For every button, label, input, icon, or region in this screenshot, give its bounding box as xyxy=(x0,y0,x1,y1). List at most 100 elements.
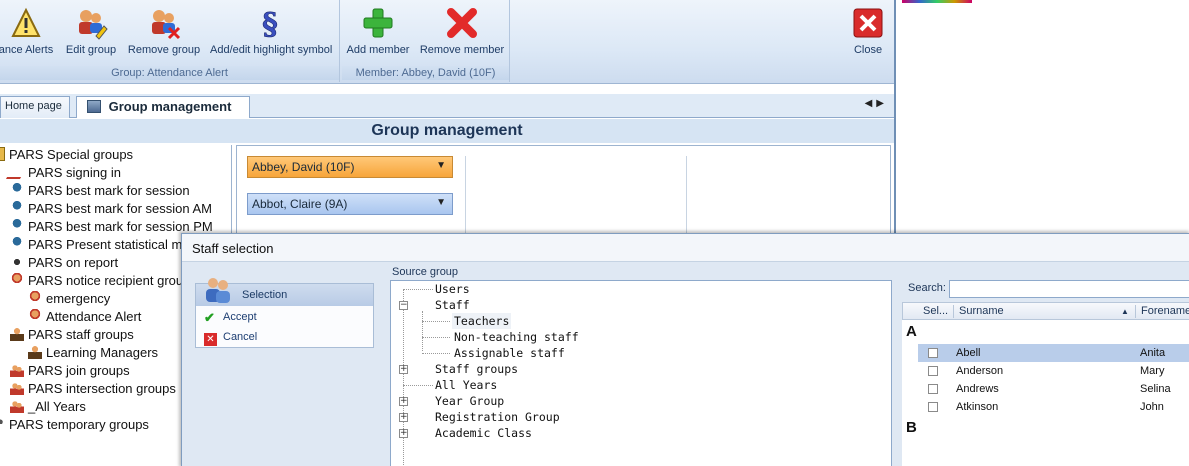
tree-item[interactable]: PARS intersection groups xyxy=(10,380,176,398)
tab-scroll-arrows[interactable]: ◀▶ xyxy=(865,98,888,109)
highlight-symbol-label: Add/edit highlight symbol xyxy=(210,44,333,56)
source-tree-item-label: Year Group xyxy=(435,394,505,408)
source-tree-item-label: Users xyxy=(435,282,470,296)
cancel-icon: ✕ xyxy=(204,333,217,346)
table-row[interactable]: Andrews Selina xyxy=(918,380,1189,398)
tree-item[interactable]: PARS best mark for session xyxy=(10,182,190,200)
expand-toggle[interactable]: + xyxy=(399,413,408,422)
row-checkbox[interactable] xyxy=(928,348,938,358)
tree-item-label: PARS staff groups xyxy=(28,327,134,342)
search-input[interactable] xyxy=(949,280,1189,298)
tab-home-page[interactable]: Home page xyxy=(0,96,70,118)
tree-item[interactable]: PARS notice recipient grou xyxy=(10,272,183,290)
tree-item[interactable]: PARS staff groups xyxy=(10,326,134,344)
expand-toggle[interactable]: + xyxy=(399,397,408,406)
tree-item[interactable]: PARS join groups xyxy=(10,362,130,380)
chevron-down-icon[interactable]: ▼ xyxy=(436,160,446,171)
tree-item[interactable]: Attendance Alert xyxy=(28,308,141,326)
column-header-forename[interactable]: Forename xyxy=(1141,305,1189,317)
member-card-label: Abbey, David (10F) xyxy=(252,160,355,174)
tree-item-label: PARS intersection groups xyxy=(28,381,176,396)
pin-icon xyxy=(10,201,24,215)
column-header-select[interactable]: Sel... xyxy=(923,305,948,317)
accept-label: Accept xyxy=(223,311,257,323)
column-header-surname[interactable]: Surname xyxy=(959,305,1004,317)
report-icon xyxy=(10,255,24,269)
accept-button[interactable]: ✔ Accept xyxy=(204,308,257,326)
surname-cell: Abell xyxy=(956,347,981,359)
source-tree-item[interactable]: Non-teaching staff xyxy=(454,329,579,345)
remove-group-button[interactable]: Remove group xyxy=(128,4,200,60)
source-tree-item-label: Staff xyxy=(435,298,470,312)
source-tree-item[interactable]: Staff groups xyxy=(435,361,518,377)
source-tree-item[interactable]: Staff xyxy=(435,297,470,313)
member-card[interactable]: Abbey, David (10F) ▼ xyxy=(247,156,453,178)
tree-item[interactable]: PARS Present statistical m xyxy=(10,236,182,254)
row-checkbox[interactable] xyxy=(928,366,938,376)
tree-item[interactable]: PARS temporary groups xyxy=(0,416,149,434)
tree-line xyxy=(403,289,433,290)
chevron-down-icon[interactable]: ▼ xyxy=(436,197,446,208)
source-tree-item[interactable]: Academic Class xyxy=(435,425,532,441)
remove-member-button[interactable]: Remove member xyxy=(420,4,504,60)
edit-group-button[interactable]: Edit group xyxy=(66,4,116,60)
source-tree-item[interactable]: All Years xyxy=(435,377,497,393)
tree-item[interactable]: emergency xyxy=(28,290,110,308)
plus-icon xyxy=(363,8,393,38)
expand-toggle[interactable]: + xyxy=(399,429,408,438)
staff-selection-dialog: Staff selection Selection ✔ Accept ✕ Cance… xyxy=(181,233,1189,466)
tree-line xyxy=(403,289,404,466)
table-row[interactable]: Atkinson John xyxy=(918,398,1189,416)
tree-item-label: PARS on report xyxy=(28,255,119,270)
source-tree-item[interactable]: Assignable staff xyxy=(454,345,565,361)
member-card[interactable]: Abbot, Claire (9A) ▼ xyxy=(247,193,453,215)
tree-item[interactable]: PARS Special groups xyxy=(0,146,133,164)
attendance-alerts-button[interactable]: ance Alerts xyxy=(0,4,54,60)
add-member-label[interactable]: Add member xyxy=(342,44,414,56)
collapse-toggle[interactable]: − xyxy=(399,301,408,310)
member-card-label: Abbot, Claire (9A) xyxy=(252,197,348,211)
tree-item[interactable]: PARS best mark for session AM xyxy=(10,200,212,218)
tree-line xyxy=(422,337,450,338)
source-group-tree: Users − Staff Teachers Non-teaching staf… xyxy=(390,280,892,466)
pin-icon xyxy=(10,183,24,197)
tree-item[interactable]: PARS on report xyxy=(10,254,118,272)
surname-cell: Atkinson xyxy=(956,401,999,413)
expand-toggle[interactable]: + xyxy=(399,365,408,374)
tree-item[interactable]: Learning Managers xyxy=(28,344,158,362)
table-row[interactable]: Anderson Mary xyxy=(918,362,1189,380)
column-separator[interactable] xyxy=(953,305,954,318)
remove-group-label: Remove group xyxy=(127,44,201,56)
staff-icon xyxy=(28,345,42,359)
remove-group-icon xyxy=(152,10,181,40)
source-tree-item[interactable]: Registration Group xyxy=(435,409,560,425)
source-tree-item[interactable]: Users xyxy=(435,281,470,297)
forename-cell: Selina xyxy=(1140,383,1171,395)
pin-icon xyxy=(10,219,24,233)
users-icon xyxy=(10,381,24,395)
tree-item[interactable]: _All Years xyxy=(10,398,86,416)
source-tree-item[interactable]: Year Group xyxy=(435,393,504,409)
sort-arrow-icon: ▲ xyxy=(1121,307,1129,316)
cancel-button[interactable]: ✕ Cancel xyxy=(204,328,257,346)
highlight-symbol-button[interactable]: § Add/edit highlight symbol xyxy=(210,4,332,60)
column-separator[interactable] xyxy=(1135,305,1136,318)
users-icon xyxy=(10,399,24,413)
members-panel: Abbey, David (10F) ▼ Abbot, Claire (9A) … xyxy=(236,145,891,235)
close-button[interactable]: Close xyxy=(846,4,890,60)
source-tree-item[interactable]: Teachers xyxy=(452,313,512,329)
ribbon-group-attendance: ance Alerts Edit group Remove group § Ad… xyxy=(0,0,340,82)
close-icon xyxy=(853,8,883,38)
add-member-button[interactable]: Add member xyxy=(347,4,409,60)
table-row[interactable]: Abell Anita xyxy=(918,344,1189,362)
row-checkbox[interactable] xyxy=(928,384,938,394)
tree-line xyxy=(422,311,423,351)
search-label: Search: xyxy=(908,282,946,294)
tree-item[interactable]: PARS signing in xyxy=(5,164,121,182)
tree-item-label: PARS Present statistical m xyxy=(28,237,183,252)
edit-group-label: Edit group xyxy=(65,44,117,56)
row-checkbox[interactable] xyxy=(928,402,938,412)
source-tree-item-label: All Years xyxy=(435,378,498,392)
source-tree-item-label: Teachers xyxy=(454,314,510,328)
tab-group-management[interactable]: Group management xyxy=(76,96,250,118)
